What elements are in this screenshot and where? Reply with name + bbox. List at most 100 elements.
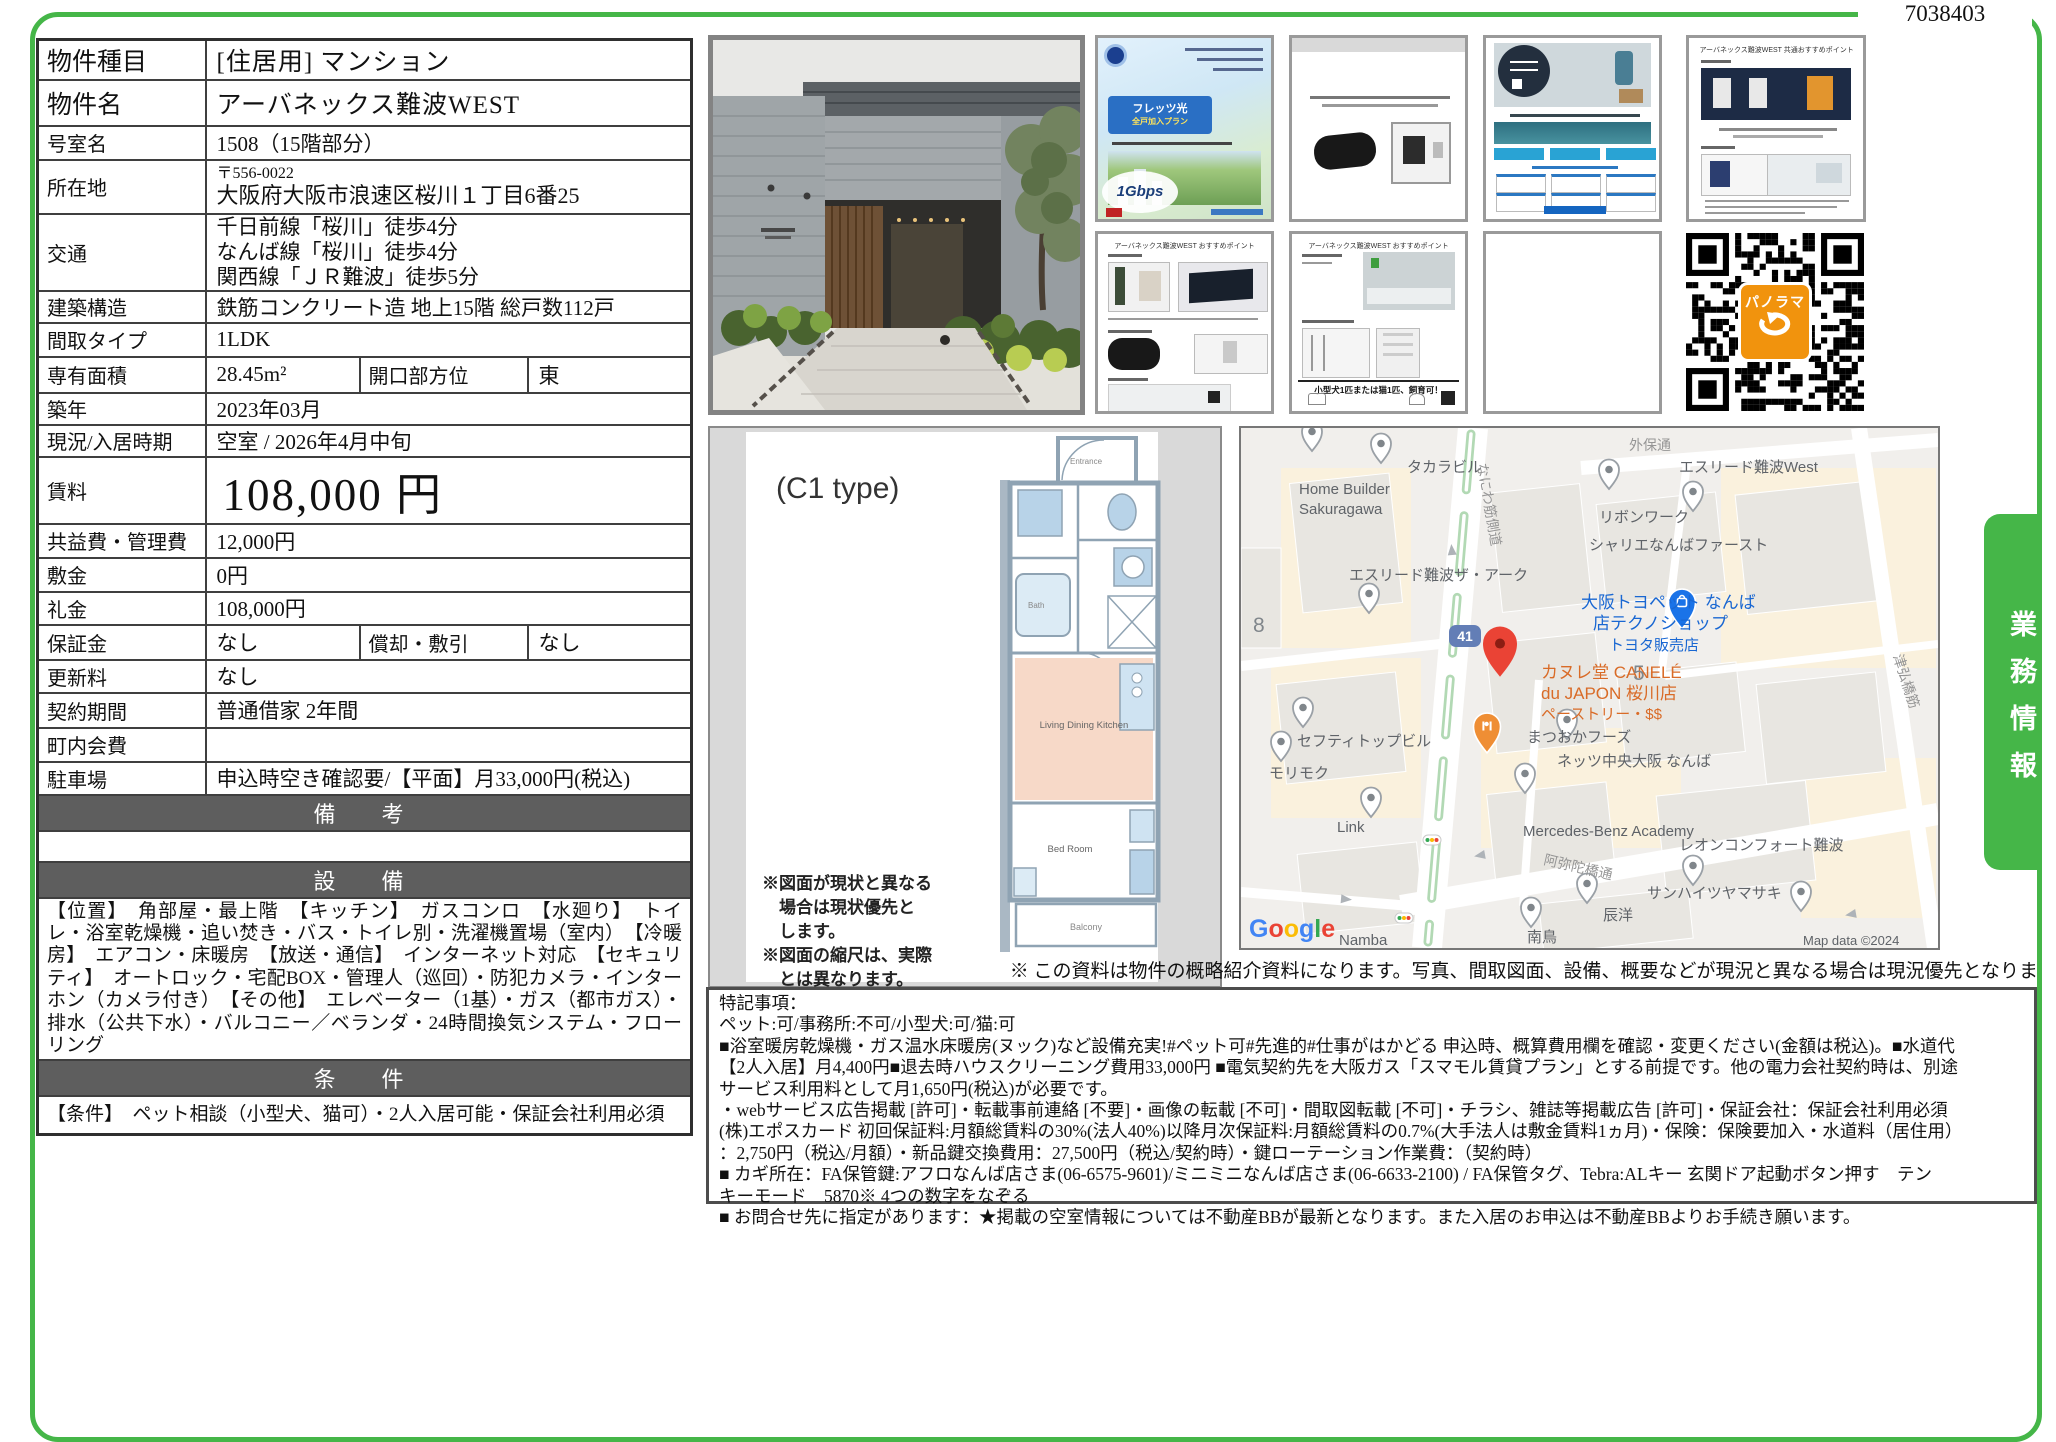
- deco-qr: [1512, 79, 1522, 89]
- thumbnail-recommend-points-2: アーバネックス難波WEST おすすめポイント: [1095, 231, 1274, 414]
- field-label: 共益費・管理費: [38, 524, 206, 558]
- thumbnail-amazon-okihai-flyer: [1483, 35, 1662, 222]
- field-value: [206, 728, 692, 762]
- deco-counter: [1367, 288, 1451, 304]
- field-label: 築年: [38, 393, 206, 425]
- thumb-title: アーバネックス難波WEST おすすめポイント: [1108, 241, 1260, 251]
- floorplan-note-line: 場合は現状優先と: [762, 896, 932, 920]
- table-row: 物件名アーバネックス難波WEST: [38, 80, 692, 126]
- table-row: [38, 831, 692, 862]
- deco-fixture: [1816, 163, 1842, 183]
- field-value: なし: [206, 625, 360, 660]
- deco-fixture: [1223, 341, 1237, 363]
- room-label-bath: Bath: [1028, 601, 1044, 610]
- photo-holder: [1194, 334, 1268, 374]
- field-value: 申込時空き確認要/【平面】月33,000円(税込): [206, 762, 692, 795]
- speed-badge: 1Gbps: [1102, 171, 1178, 213]
- field-value: 普通借家 2年間: [206, 693, 692, 728]
- field-label: 交通: [38, 214, 206, 291]
- speed-label: 1Gbps: [1117, 183, 1164, 200]
- field-label: 物件名: [38, 80, 206, 126]
- business-info-tab[interactable]: 業務情報: [1984, 514, 2041, 870]
- flets-hikari-box: フレッツ光 全戸加入プラン: [1108, 96, 1212, 134]
- field-value: アーバネックス難波WEST: [206, 80, 692, 126]
- building-photo: [708, 35, 1085, 415]
- table-row: 駐車場申込時空き確認要/【平面】月33,000円(税込): [38, 762, 692, 795]
- field-label: 間取タイプ: [38, 323, 206, 357]
- google-logo-letter: o: [1268, 915, 1283, 943]
- traffic-light-icon: [1423, 835, 1441, 845]
- photo-display: [1178, 262, 1268, 312]
- deco-device: [1403, 136, 1425, 164]
- map-label: Mercedes-Benz Academy: [1523, 823, 1694, 840]
- field-value: 千日前線「桜川」徒歩4分 なんば線「桜川」徒歩4分 関西線「ＪＲ難波」徒歩5分: [206, 214, 692, 291]
- map-label: サンハイツヤマサキ: [1647, 885, 1782, 902]
- deco-line: [1322, 104, 1438, 107]
- map-label: セフティトップビル: [1297, 733, 1431, 750]
- property-spec-table: 物件種目[住居用] マンション物件名アーバネックス難波WEST号室名1508（1…: [36, 38, 693, 1136]
- deco-line: [1705, 206, 1837, 208]
- deco-caption: [1550, 148, 1600, 160]
- photo-shoebox: [1376, 328, 1420, 378]
- hero-photo: [1494, 43, 1651, 107]
- photo-bathroom: [1108, 384, 1231, 412]
- traffic-light-icon: [1395, 913, 1413, 923]
- map-label: モリモク: [1269, 765, 1329, 782]
- field-label: 賃料: [38, 457, 206, 524]
- map-label: 外保通: [1629, 437, 1671, 453]
- google-logo-letter: G: [1249, 915, 1268, 943]
- floorplan-panel: (C1 type) Entrance Bath Living Dining Ki…: [708, 426, 1222, 988]
- map-label: 店テクノショップ: [1593, 614, 1728, 633]
- map-label: エスリード難波West: [1679, 459, 1819, 476]
- deco-box: [1619, 89, 1643, 103]
- map-label: 辰洋: [1603, 907, 1633, 924]
- zenko-label: 全戸加入プラン: [1108, 116, 1212, 127]
- room-label-balcony: Balcony: [1070, 922, 1103, 932]
- deco-tag: [1106, 208, 1122, 217]
- photo-bath: [1767, 154, 1851, 196]
- map[interactable]: 41タカラビル外保通エスリード難波WestHome BuilderSakurag…: [1239, 426, 1940, 950]
- deco-line: [1112, 142, 1232, 145]
- note-line: ・webサービス広告掲載 [許可]・転載事前連絡 [不要]・画像の転載 [不可]…: [719, 1100, 2024, 1121]
- deco-line: [1719, 128, 1837, 131]
- deco-line: [1532, 166, 1618, 169]
- deco-step: [1496, 193, 1546, 212]
- deco-shelf: [1383, 333, 1413, 336]
- field-label: 礼金: [38, 592, 206, 625]
- map-label: 大阪トヨペット なんば: [1581, 593, 1756, 612]
- deco-line: [1302, 320, 1354, 323]
- table-row: 建築構造鉄筋コンクリート造 地上15階 総戸数112戸: [38, 291, 692, 323]
- deco-tv: [1208, 391, 1220, 403]
- google-logo-letter: o: [1284, 915, 1299, 943]
- field-label: 号室名: [38, 126, 206, 160]
- deco-step: [1551, 174, 1601, 193]
- deco-line: [1310, 96, 1450, 99]
- map-label: タカラビル: [1407, 459, 1482, 476]
- address: 大阪府大阪市浪速区桜川１丁目6番25: [217, 183, 685, 209]
- dog-icon: [1308, 393, 1326, 405]
- section-content: [38, 831, 692, 862]
- field-value: 1LDK: [206, 323, 692, 357]
- deco-step: [1606, 174, 1656, 193]
- field-value: [住居用] マンション: [206, 40, 692, 80]
- field-label: 契約期間: [38, 693, 206, 728]
- note-line: (株)エポスカード 初回保証料:月額総賃料の30%(法人40%)以降月次保証料:…: [719, 1121, 2024, 1142]
- field-label: 保証金: [38, 625, 206, 660]
- deco-line: [1510, 114, 1640, 117]
- photo-intercom: [1701, 154, 1773, 196]
- panorama-label: パノラマ: [1741, 292, 1809, 312]
- field-value: 28.45m²: [206, 357, 360, 393]
- flets-label: フレッツ光: [1108, 100, 1212, 116]
- photo-multispace: [1108, 262, 1170, 312]
- map-label: Namba: [1339, 932, 1388, 948]
- room-label-entrance: Entrance: [1070, 457, 1103, 466]
- google-logo: Google: [1249, 915, 1335, 944]
- table-row: 号室名1508（15階部分）: [38, 126, 692, 160]
- map-label: カヌレ堂 CANELÉ: [1541, 663, 1682, 682]
- table-row: 現況/入居時期空室 / 2026年4月中旬: [38, 425, 692, 457]
- floorplan-note-line: ※図面が現状と異なる: [762, 872, 932, 896]
- field-label: 駐車場: [38, 762, 206, 795]
- deco-line: [1302, 262, 1332, 264]
- deco-door-orange: [1807, 76, 1833, 110]
- deco-line: [1108, 330, 1152, 333]
